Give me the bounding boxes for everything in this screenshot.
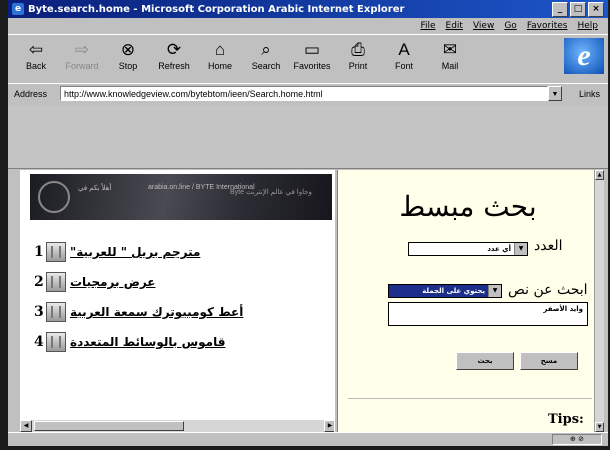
search-label: ابحث عن نص [508, 282, 588, 298]
maximize-button[interactable]: □ [570, 2, 586, 17]
book-icon[interactable] [46, 272, 66, 292]
mail-icon: ✉ [442, 40, 458, 59]
book-icon[interactable] [46, 242, 66, 262]
forward-button[interactable]: ⇨ Forward [60, 39, 104, 71]
list-item: 2 عرض برمجيات [30, 270, 330, 300]
favorites-button[interactable]: ▭ Favorites [290, 39, 334, 71]
scroll-down-icon[interactable]: ▼ [595, 422, 604, 432]
right-frame: بحث مبسط العدد أي عدد ▼ ابحث عن نص يحتوي… [338, 170, 604, 432]
banner-logo-icon [38, 181, 70, 213]
book-icon[interactable] [46, 332, 66, 352]
left-frame: أهلاً بكم في arabia.on.line / BYTE Inter… [20, 170, 336, 432]
banner-text-tagline: Byte وجاوا في عالم الإنترنت [230, 189, 312, 196]
item-number: 4 [34, 334, 44, 350]
site-banner[interactable]: أهلاً بكم في arabia.on.line / BYTE Inter… [30, 174, 332, 220]
menu-go[interactable]: Go [504, 21, 516, 31]
font-icon: A [398, 40, 410, 59]
count-select[interactable]: أي عدد ▼ [408, 242, 528, 256]
links-button[interactable]: Links [579, 89, 600, 99]
vertical-scrollbar[interactable]: ▲ ▼ [594, 170, 604, 432]
item-link[interactable]: مترجم بريل " للعربية" [70, 245, 200, 259]
home-icon: ⌂ [214, 40, 226, 59]
refresh-button[interactable]: ⟳ Refresh [152, 39, 196, 71]
item-link[interactable]: قاموس بالوسائط المتعددة [70, 335, 225, 349]
address-dropdown-icon[interactable]: ▼ [548, 86, 562, 101]
home-button[interactable]: ⌂ Home [198, 39, 242, 71]
font-button[interactable]: A Font [382, 39, 426, 71]
banner-text-arabic: أهلاً بكم في [78, 185, 112, 192]
browser-window: e Byte.search.home - Microsoft Corporati… [8, 0, 608, 446]
minimize-button[interactable]: _ [552, 2, 568, 17]
chevron-down-icon: ▼ [514, 243, 527, 255]
item-link[interactable]: عرض برمجيات [70, 275, 156, 289]
window-title: Byte.search.home - Microsoft Corporation… [28, 3, 405, 15]
stop-button[interactable]: ⊗ Stop [106, 39, 150, 71]
search-button[interactable]: ⌕ Search [244, 39, 288, 71]
item-number: 1 [34, 244, 44, 260]
stop-icon: ⊗ [120, 40, 136, 59]
horizontal-scrollbar[interactable]: ◀ ▶ [20, 420, 336, 432]
scroll-left-icon[interactable]: ◀ [20, 420, 32, 432]
list-item: 1 مترجم بريل " للعربية" [30, 240, 330, 270]
print-icon: ⎙ [351, 40, 365, 59]
refresh-icon: ⟳ [166, 40, 182, 59]
toolbar: ⇦ Back ⇨ Forward ⊗ Stop ⟳ Refresh ⌂ Home ⌕ Sea… [8, 34, 608, 84]
menu-bar: File Edit View Go Favorites Help [8, 18, 608, 34]
address-input[interactable]: http://www.knowledgeview.com/bytebtom/ie… [60, 86, 548, 101]
book-icon[interactable] [46, 302, 66, 322]
link-list: 1 مترجم بريل " للعربية" 2 عرض برمجيات 3 … [30, 240, 330, 360]
scroll-thumb[interactable] [34, 421, 184, 431]
item-number: 3 [34, 304, 44, 320]
search-text-field[interactable]: وايد الأصفر [388, 302, 588, 326]
divider [348, 398, 592, 399]
menu-favorites[interactable]: Favorites [527, 21, 568, 31]
print-button[interactable]: ⎙ Print [336, 39, 380, 71]
close-button[interactable]: × [588, 2, 604, 17]
tips-label: Tips: [548, 412, 584, 427]
chevron-down-icon: ▼ [488, 285, 501, 297]
window-controls: _ □ × [552, 2, 604, 17]
scroll-up-icon[interactable]: ▲ [595, 170, 604, 180]
item-link[interactable]: أعط كومبيوترك سمعة العربية [70, 305, 243, 319]
search-icon: ⌕ [261, 40, 271, 59]
address-label: Address [14, 89, 48, 99]
clear-button[interactable]: مسح [520, 352, 578, 370]
security-zone-icon: ⊕ ⊘ [552, 434, 602, 445]
list-item: 3 أعط كومبيوترك سمعة العربية [30, 300, 330, 330]
search-mode-select[interactable]: يحتوي على الجملة ▼ [388, 284, 502, 298]
menu-file[interactable]: File [420, 21, 435, 31]
item-number: 2 [34, 274, 44, 290]
search-submit-button[interactable]: بحث [456, 352, 514, 370]
page-title: بحث مبسط [399, 190, 537, 223]
mail-button[interactable]: ✉ Mail [428, 39, 472, 71]
status-bar: ⊕ ⊘ [8, 432, 608, 446]
favorites-icon: ▭ [303, 40, 321, 59]
menu-edit[interactable]: Edit [446, 21, 463, 31]
count-label: العدد [534, 238, 563, 254]
forward-arrow-icon: ⇨ [74, 40, 90, 59]
ie-logo-icon: e [564, 38, 604, 74]
list-item: 4 قاموس بالوسائط المتعددة [30, 330, 330, 360]
title-bar: e Byte.search.home - Microsoft Corporati… [8, 0, 608, 18]
address-bar: Address http://www.knowledgeview.com/byt… [8, 83, 608, 107]
back-arrow-icon: ⇦ [28, 40, 44, 59]
ie-app-icon: e [12, 3, 24, 15]
menu-view[interactable]: View [473, 21, 494, 31]
back-button[interactable]: ⇦ Back [14, 39, 58, 71]
menu-help[interactable]: Help [577, 21, 598, 31]
top-frame [8, 106, 608, 169]
